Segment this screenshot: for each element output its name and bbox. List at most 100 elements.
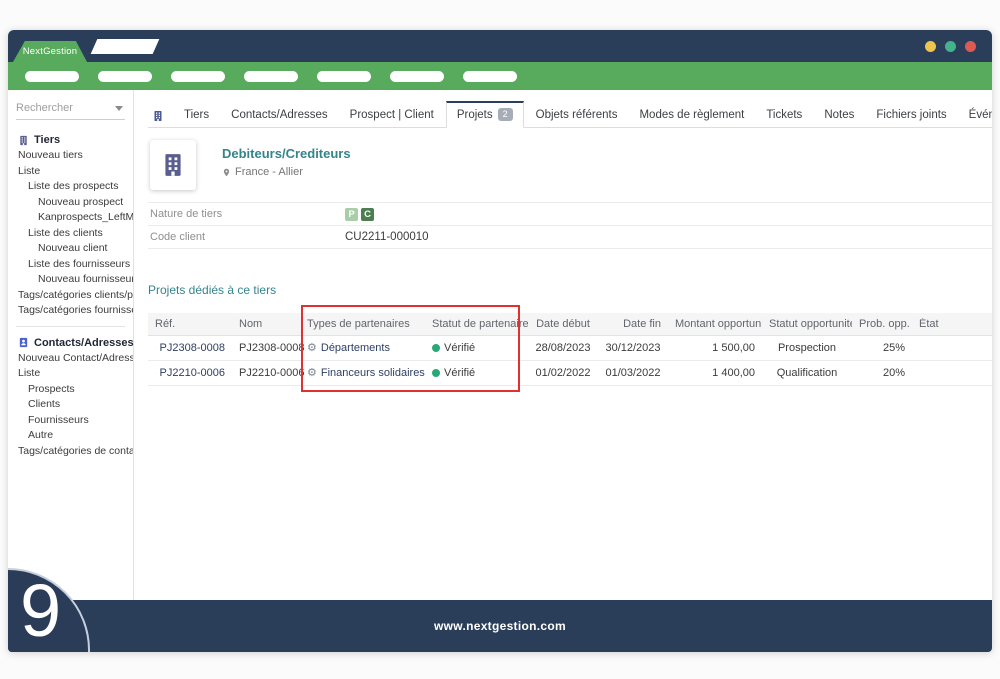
sidebar-group-tiers[interactable]: Tiers (8, 132, 133, 148)
project-name: PJ2308-0008 (232, 342, 300, 354)
project-name: PJ2210-0006 (232, 367, 300, 379)
building-icon (152, 110, 164, 122)
sidebar-item[interactable]: Kanprospects_LeftM... (8, 210, 133, 226)
column-header: Statut opportunité (762, 318, 852, 330)
sidebar-item[interactable]: Tags/catégories fournisse... (8, 303, 133, 319)
nav-pill[interactable] (317, 71, 371, 82)
building-icon (18, 135, 29, 146)
sidebar-item[interactable]: Autre (8, 428, 133, 444)
tab-label: Objets référents (536, 109, 618, 121)
tab-label: Modes de règlement (639, 109, 744, 121)
chevron-down-icon (115, 106, 123, 111)
sidebar: Tiers Nouveau tiers Liste Liste des pros… (8, 90, 134, 600)
column-header: État (912, 318, 992, 330)
sidebar-group-title: Tiers (34, 134, 60, 146)
location-pin-icon (222, 167, 231, 178)
sidebar-item[interactable]: Nouveau Contact/Adresse (8, 351, 133, 367)
sidebar-item[interactable]: Tags/catégories clients/pr... (8, 288, 133, 304)
search-input[interactable] (16, 98, 125, 118)
sidebar-item[interactable]: Nouveau client (8, 241, 133, 257)
sidebar-item[interactable]: Liste des clients (8, 226, 133, 242)
tab-label: Fichiers joints (876, 109, 946, 121)
table-row: PJ2210-0006 PJ2210-0006 ⚙ Financeurs sol… (148, 361, 992, 386)
page-title: Debiteurs/Crediteurs (222, 146, 351, 161)
partner-type: Départements (321, 342, 390, 354)
sidebar-item[interactable]: Liste (8, 164, 133, 180)
sidebar-group-contacts[interactable]: Contacts/Adresses (8, 335, 133, 351)
sidebar-group-contacts-items: Nouveau Contact/Adresse Liste Prospects … (8, 351, 133, 460)
maximize-dot-icon[interactable] (945, 41, 956, 52)
montant-opportunite: 1 500,00 (668, 342, 762, 354)
browser-tab-placeholder[interactable] (91, 39, 160, 54)
status-dot-icon (432, 344, 440, 352)
gear-icon: ⚙ (307, 368, 317, 379)
close-dot-icon[interactable] (965, 41, 976, 52)
sidebar-search (16, 98, 125, 120)
gear-icon: ⚙ (307, 343, 317, 354)
prob-opp: 20% (852, 367, 912, 379)
column-header: Nom (232, 318, 300, 330)
projects-section-title: Projets dédiés à ce tiers (148, 283, 276, 297)
nature-badge-c: C (361, 208, 374, 221)
partner-type-link[interactable]: ⚙ Financeurs solidaires (300, 367, 425, 379)
tab[interactable]: Tiers (174, 104, 219, 127)
sidebar-item[interactable]: Tags/catégories de conta... (8, 444, 133, 460)
nav-pill[interactable] (463, 71, 517, 82)
sidebar-group-title: Contacts/Adresses (34, 337, 134, 349)
partner-status-label: Vérifié (444, 342, 475, 354)
sidebar-item[interactable]: Liste des fournisseurs (8, 257, 133, 273)
tab-bar: Tiers Contacts/Adresses Prospect | Clien… (148, 103, 992, 128)
brand-tab: NextGestion (13, 41, 87, 62)
tab[interactable]: Projets 2 (446, 101, 524, 128)
nav-pill[interactable] (98, 71, 152, 82)
footer-bar: www.nextgestion.com (8, 600, 992, 652)
column-header: Statut de partenaire (425, 318, 528, 330)
tab-label: Prospect | Client (350, 109, 434, 121)
prob-opp: 25% (852, 342, 912, 354)
tab[interactable]: Tickets (756, 104, 812, 127)
project-ref-link[interactable]: PJ2210-0006 (148, 367, 232, 379)
tab[interactable]: Objets référents (526, 104, 628, 127)
tab[interactable]: Prospect | Client (340, 104, 444, 127)
sidebar-item[interactable]: Clients (8, 397, 133, 413)
tab[interactable]: Notes (814, 104, 864, 127)
nav-pill[interactable] (171, 71, 225, 82)
hierarchy-icon (155, 369, 156, 378)
date-fin: 01/03/2022 (598, 367, 668, 379)
tab-count-badge: 2 (498, 108, 513, 121)
sidebar-item[interactable]: Nouveau fournisseur (8, 272, 133, 288)
nav-pill[interactable] (390, 71, 444, 82)
tab[interactable]: Fichiers joints (866, 104, 956, 127)
column-header: Réf. (148, 318, 232, 330)
partner-type-link[interactable]: ⚙ Départements (300, 342, 425, 354)
tab-label: Projets (457, 109, 493, 121)
date-debut: 28/08/2023 (528, 342, 598, 354)
sidebar-item[interactable]: Liste des prospects (8, 179, 133, 195)
minimize-dot-icon[interactable] (925, 41, 936, 52)
sidebar-item[interactable]: Prospects (8, 382, 133, 398)
sidebar-item[interactable]: Nouveau tiers (8, 148, 133, 164)
nav-pill[interactable] (25, 71, 79, 82)
project-ref: PJ2308-0008 (160, 342, 225, 354)
code-client-value: CU2211-000010 (345, 231, 429, 243)
sidebar-item[interactable]: Liste (8, 366, 133, 382)
main-panel: Tiers Contacts/Adresses Prospect | Clien… (134, 90, 992, 600)
tab[interactable]: Événements/Agenda 5 (959, 103, 992, 127)
sidebar-item[interactable]: Nouveau prospect (8, 195, 133, 211)
project-ref: PJ2210-0006 (160, 367, 225, 379)
partner-type: Financeurs solidaires (321, 367, 425, 379)
field-label: Code client (148, 231, 345, 243)
partner-status-label: Vérifié (444, 367, 475, 379)
sidebar-item[interactable]: Fournisseurs (8, 413, 133, 429)
tab-label: Tickets (766, 109, 802, 121)
tab-label: Contacts/Adresses (231, 109, 328, 121)
column-header: Types de partenaires (300, 318, 425, 330)
main-nav-bar (8, 62, 992, 90)
nav-pill[interactable] (244, 71, 298, 82)
project-ref-link[interactable]: PJ2308-0008 (148, 342, 232, 354)
tab[interactable]: Modes de règlement (629, 104, 754, 127)
status-dot-icon (432, 369, 440, 377)
date-debut: 01/02/2022 (528, 367, 598, 379)
partner-status: Vérifié (425, 367, 528, 379)
tab[interactable]: Contacts/Adresses (221, 104, 338, 127)
